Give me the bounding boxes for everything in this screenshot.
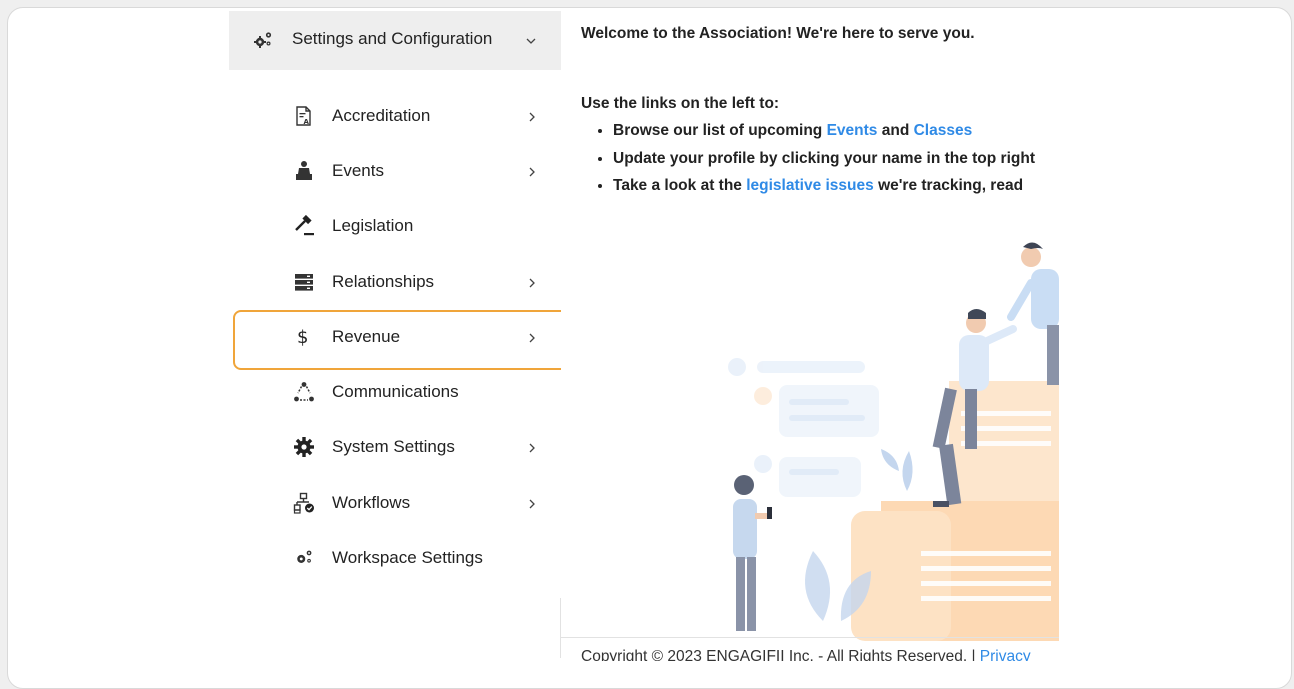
main-content: Welcome to the Association! We're here t…: [561, 11, 1059, 661]
sidebar: Settings and Configuration A Accreditati…: [229, 11, 572, 661]
svg-text:A: A: [304, 118, 310, 126]
classes-link[interactable]: Classes: [914, 122, 973, 139]
sidebar-header-label: Settings and Configuration: [292, 29, 493, 48]
sidebar-item-label: Workflows: [332, 493, 411, 512]
gears-icon: [254, 32, 272, 48]
privacy-link[interactable]: Privacy: [980, 648, 1031, 661]
chevron-right-icon: [529, 167, 535, 177]
sidebar-item-label: Relationships: [332, 272, 435, 291]
network-icon: [294, 382, 314, 402]
intro-text: Use the links on the left to:: [581, 95, 780, 112]
sidebar-item-communications[interactable]: Communications: [229, 365, 562, 420]
sidebar-item-label: Accreditation: [332, 106, 431, 125]
welcome-heading: Welcome to the Association! We're here t…: [581, 25, 975, 42]
list-item: Take a look at the legislative issues we…: [613, 172, 1035, 200]
sidebar-item-workspace-settings[interactable]: Workspace Settings: [229, 531, 562, 586]
chevron-right-icon: [529, 333, 535, 343]
links-list: Browse our list of upcoming Events and C…: [581, 117, 1035, 200]
chevron-right-icon: [529, 278, 535, 288]
list-item: Update your profile by clicking your nam…: [613, 145, 1035, 173]
sidebar-item-relationships[interactable]: Relationships: [229, 255, 562, 310]
presenter-icon: [296, 161, 312, 180]
svg-text:$: $: [297, 327, 308, 348]
sidebar-item-label: Events: [332, 161, 384, 180]
chevron-right-icon: [529, 499, 535, 509]
sidebar-header-settings-and-configuration[interactable]: Settings and Configuration: [229, 11, 562, 70]
welcome-illustration: [728, 242, 1059, 641]
sidebar-item-label: Legislation: [332, 216, 414, 235]
dollar-icon: $: [297, 327, 308, 348]
sidebar-item-label: Communications: [332, 382, 459, 401]
sidebar-item-revenue[interactable]: $ Revenue: [229, 310, 572, 370]
sitemap-icon: [293, 492, 314, 514]
gears-icon: [297, 550, 312, 563]
sidebar-item-events[interactable]: Events: [229, 144, 562, 199]
footer: Copyright © 2023 ENGAGIFII Inc. - All Ri…: [581, 648, 1031, 661]
sidebar-item-accreditation[interactable]: A Accreditation: [229, 89, 562, 144]
sidebar-item-label: Revenue: [332, 327, 401, 346]
legislative-issues-link[interactable]: legislative issues: [746, 177, 874, 194]
certificate-icon: A: [296, 106, 311, 126]
server-icon: [295, 274, 313, 291]
sidebar-item-workflows[interactable]: Workflows: [229, 476, 562, 531]
gear-icon: [294, 437, 314, 457]
chevron-down-icon: [526, 38, 536, 44]
gavel-icon: [295, 215, 314, 236]
list-item: Browse our list of upcoming Events and C…: [613, 117, 1035, 145]
chevron-right-icon: [529, 112, 535, 122]
footer-divider: [561, 637, 1059, 638]
events-link[interactable]: Events: [827, 122, 878, 139]
sidebar-item-label: System Settings: [332, 437, 455, 456]
sidebar-item-label: Workspace Settings: [332, 548, 483, 567]
sidebar-item-system-settings[interactable]: System Settings: [229, 420, 562, 475]
chevron-right-icon: [529, 443, 535, 453]
sidebar-item-legislation[interactable]: Legislation: [229, 199, 562, 254]
